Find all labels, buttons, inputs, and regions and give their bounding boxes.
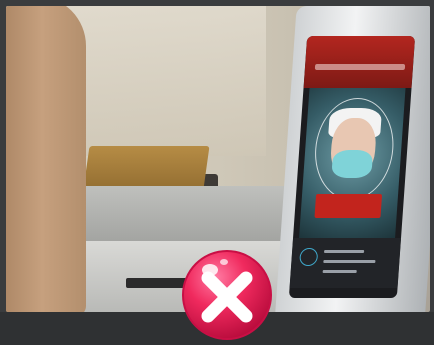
alert-banner (314, 194, 383, 218)
screen-header (303, 36, 416, 88)
screen-header-text (314, 64, 406, 70)
reject-x-icon (180, 248, 274, 342)
face-scan-icon (299, 248, 319, 266)
face-mesh-overlay (311, 98, 397, 200)
info-line (323, 250, 365, 253)
kiosk-screen (288, 36, 416, 298)
person-in-foreground (6, 6, 86, 312)
face-recognition-kiosk (275, 6, 430, 312)
info-line (323, 260, 376, 263)
info-line (322, 270, 357, 273)
info-panel (289, 238, 402, 288)
background-window (66, 6, 266, 156)
